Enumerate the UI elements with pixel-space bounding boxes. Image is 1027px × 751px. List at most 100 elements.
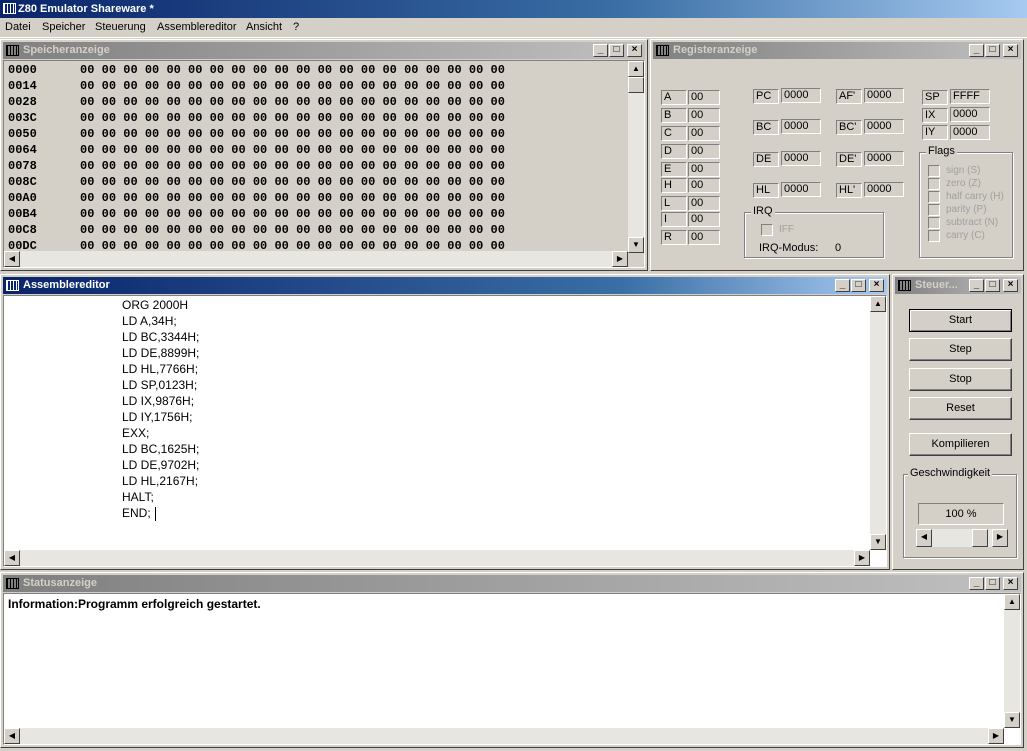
menu-datei[interactable]: Datei [5,21,31,33]
scroll-right-icon[interactable]: ▶ [612,251,628,267]
register-label-pc: PC [753,89,779,104]
flag-carry-checkbox[interactable] [928,230,940,242]
flag-sign-checkbox[interactable] [928,165,940,177]
scroll-down-icon[interactable]: ▼ [1004,712,1020,728]
close-button[interactable]: × [869,279,884,292]
reset-button[interactable]: Reset [909,397,1012,420]
flag-carry-label: carry (C) [946,230,985,241]
status-title-bar[interactable]: Statusanzeige _ □ × [3,575,1021,592]
register-de-value[interactable]: 0000 [781,151,821,166]
register-d-value[interactable]: 00 [688,144,720,159]
register-label-a: A [661,90,687,105]
speed-slider-thumb[interactable] [972,529,988,547]
maximize-button[interactable]: □ [851,279,866,292]
register-a-value[interactable]: 00 [688,90,720,105]
minimize-button[interactable]: _ [835,279,850,292]
flag-half-carry-checkbox[interactable] [928,191,940,203]
scroll-thumb[interactable] [628,77,644,93]
scroll-up-icon[interactable]: ▲ [870,296,886,312]
code-line: LD BC,1625H; [122,442,200,456]
maximize-button[interactable]: □ [985,577,1000,590]
register-af-alt-value[interactable]: 0000 [864,88,904,103]
status-panel[interactable]: Information:Programm erfolgreich gestart… [3,593,1021,745]
maximize-button[interactable]: □ [985,279,1000,292]
register-hl-value[interactable]: 0000 [781,182,821,197]
register-pc-value[interactable]: 0000 [781,88,821,103]
app-grid-icon [3,3,16,14]
memory-horizontal-scrollbar[interactable]: ◀ ▶ [4,251,628,267]
register-de-alt-value[interactable]: 0000 [864,151,904,166]
scroll-down-icon[interactable]: ▼ [870,534,886,550]
close-button[interactable]: × [627,44,642,57]
register-bc-value[interactable]: 0000 [781,119,821,134]
control-title-bar[interactable]: Steuer... _ □ × [895,277,1021,294]
close-button[interactable]: × [1003,44,1018,57]
scroll-right-icon[interactable]: ▶ [988,728,1004,744]
menu-help[interactable]: ? [293,21,299,33]
minimize-button[interactable]: _ [969,44,984,57]
memory-row: 003C 00 00 00 00 00 00 00 00 00 00 00 00… [8,111,505,125]
status-vertical-scrollbar[interactable]: ▲ ▼ [1004,594,1020,728]
close-button[interactable]: × [1003,577,1018,590]
register-iy-value[interactable]: 0000 [950,125,990,140]
menu-assemblereditor[interactable]: Assemblereditor [157,21,236,33]
menu-speicher[interactable]: Speicher [42,21,85,33]
scroll-left-icon[interactable]: ◀ [4,251,20,267]
window-grid-icon [6,45,19,56]
scroll-down-icon[interactable]: ▼ [628,237,644,253]
step-button[interactable]: Step [909,338,1012,361]
menu-steuerung[interactable]: Steuerung [95,21,146,33]
scroll-left-icon[interactable]: ◀ [4,728,20,744]
flags-group-title: Flags [926,145,957,157]
register-c-value[interactable]: 00 [688,126,720,141]
register-title-bar[interactable]: Registeranzeige _ □ × [653,42,1021,59]
stop-button[interactable]: Stop [909,368,1012,391]
memory-vertical-scrollbar[interactable]: ▲ ▼ [628,61,644,253]
status-horizontal-scrollbar[interactable]: ◀ ▶ [4,728,1004,744]
iff-checkbox[interactable] [761,224,773,236]
memory-view[interactable]: 0000 00 00 00 00 00 00 00 00 00 00 00 00… [3,60,645,268]
scroll-right-icon[interactable]: ▶ [854,550,870,566]
register-l-value[interactable]: 00 [688,196,720,211]
speed-decrease-icon[interactable]: ◀ [916,529,932,547]
code-line: EXX; [122,426,150,440]
flag-parity-label: parity (P) [946,204,987,215]
editor-title-bar[interactable]: Assemblereditor _ □ × [3,277,887,294]
scroll-up-icon[interactable]: ▲ [1004,594,1020,610]
flag-parity-checkbox[interactable] [928,204,940,216]
code-line: END; [122,506,151,520]
register-hl-alt-value[interactable]: 0000 [864,182,904,197]
speed-slider[interactable]: ◀ ▶ [916,529,1008,547]
code-editor[interactable]: ORG 2000H LD A,34H; LD BC,3344H; LD DE,8… [3,295,887,567]
flag-subtract-checkbox[interactable] [928,217,940,229]
scroll-up-icon[interactable]: ▲ [628,61,644,77]
flag-zero-label: zero (Z) [946,178,981,189]
speed-increase-icon[interactable]: ▶ [992,529,1008,547]
memory-title-bar[interactable]: Speicheranzeige _ □ × [3,42,645,59]
scroll-left-icon[interactable]: ◀ [4,550,20,566]
text-cursor [155,507,156,521]
minimize-button[interactable]: _ [969,577,984,590]
irq-group-title: IRQ [751,205,775,217]
register-i-value[interactable]: 00 [688,212,720,227]
start-button[interactable]: Start [909,309,1012,332]
minimize-button[interactable]: _ [969,279,984,292]
compile-button[interactable]: Kompilieren [909,433,1012,456]
register-label-b: B [661,108,687,123]
register-b-value[interactable]: 00 [688,108,720,123]
register-bc-alt-value[interactable]: 0000 [864,119,904,134]
close-button[interactable]: × [1003,279,1018,292]
editor-horizontal-scrollbar[interactable]: ◀ ▶ [4,550,870,566]
maximize-button[interactable]: □ [609,44,624,57]
editor-vertical-scrollbar[interactable]: ▲ ▼ [870,296,886,550]
menu-ansicht[interactable]: Ansicht [246,21,282,33]
register-h-value[interactable]: 00 [688,178,720,193]
minimize-button[interactable]: _ [593,44,608,57]
flag-zero-checkbox[interactable] [928,178,940,190]
maximize-button[interactable]: □ [985,44,1000,57]
register-r-value[interactable]: 00 [688,230,720,245]
register-e-value[interactable]: 00 [688,162,720,177]
window-grid-icon [6,578,19,589]
register-sp-value[interactable]: FFFF [950,89,990,104]
register-ix-value[interactable]: 0000 [950,107,990,122]
